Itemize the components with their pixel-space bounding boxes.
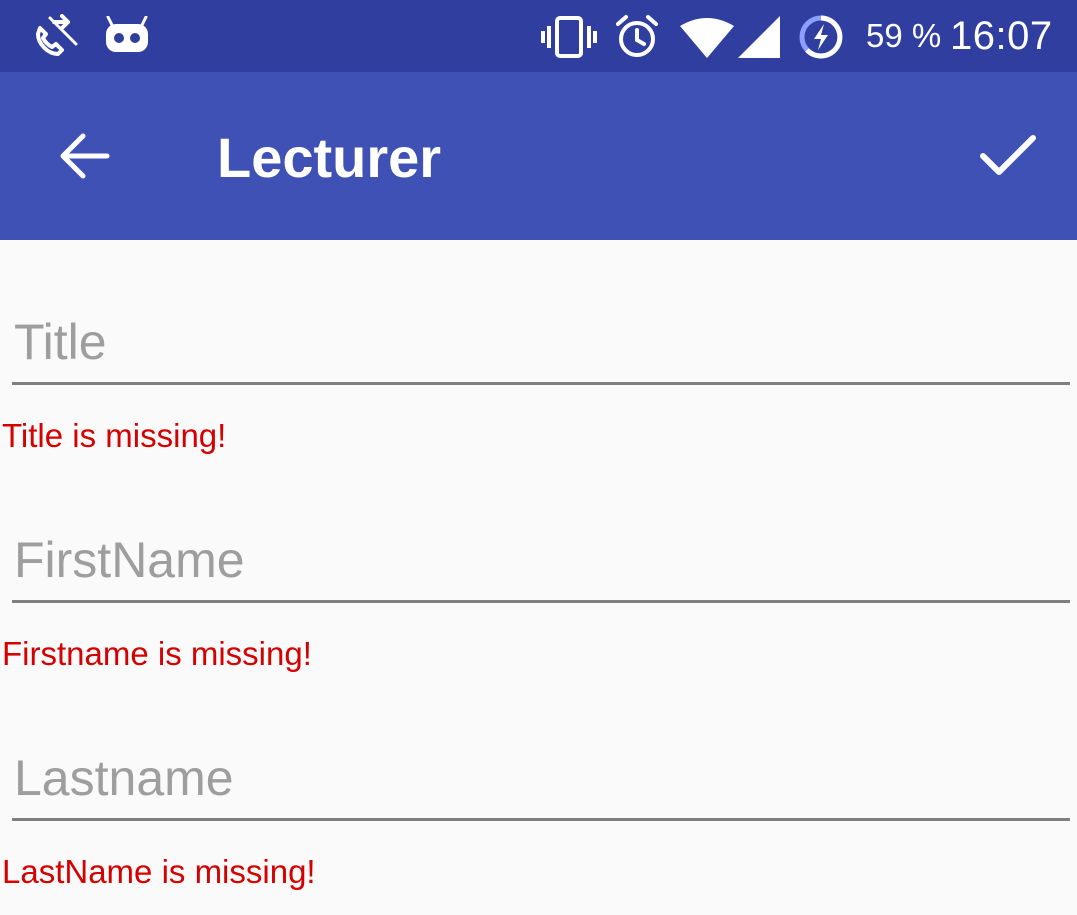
vibrate-icon	[541, 16, 597, 58]
battery-charging-icon	[799, 15, 843, 59]
status-bar: 59 % 16:07	[0, 0, 1077, 72]
back-button[interactable]	[44, 116, 124, 196]
wifi-icon	[680, 18, 734, 58]
clock: 16:07	[950, 14, 1053, 58]
arrow-back-icon	[60, 133, 110, 179]
page-title: Lecturer	[217, 126, 442, 189]
lastname-error: LastName is missing!	[2, 853, 316, 890]
cyanogenmod-icon	[106, 16, 148, 52]
battery-percentage: 59 %	[866, 17, 942, 54]
alarm-icon	[616, 15, 658, 57]
lastname-input[interactable]	[12, 738, 1070, 821]
call-forwarding-icon	[36, 14, 78, 56]
cell-signal-icon	[738, 16, 780, 58]
firstname-input[interactable]	[12, 520, 1070, 603]
title-field-container	[12, 302, 1070, 412]
firstname-error: Firstname is missing!	[2, 635, 312, 672]
firstname-field-container	[12, 520, 1070, 630]
title-error: Title is missing!	[2, 417, 227, 454]
app-bar: Lecturer	[0, 72, 1077, 240]
save-button[interactable]	[966, 116, 1050, 196]
title-input[interactable]	[12, 302, 1070, 385]
lastname-field-container	[12, 738, 1070, 848]
check-icon	[980, 135, 1036, 175]
